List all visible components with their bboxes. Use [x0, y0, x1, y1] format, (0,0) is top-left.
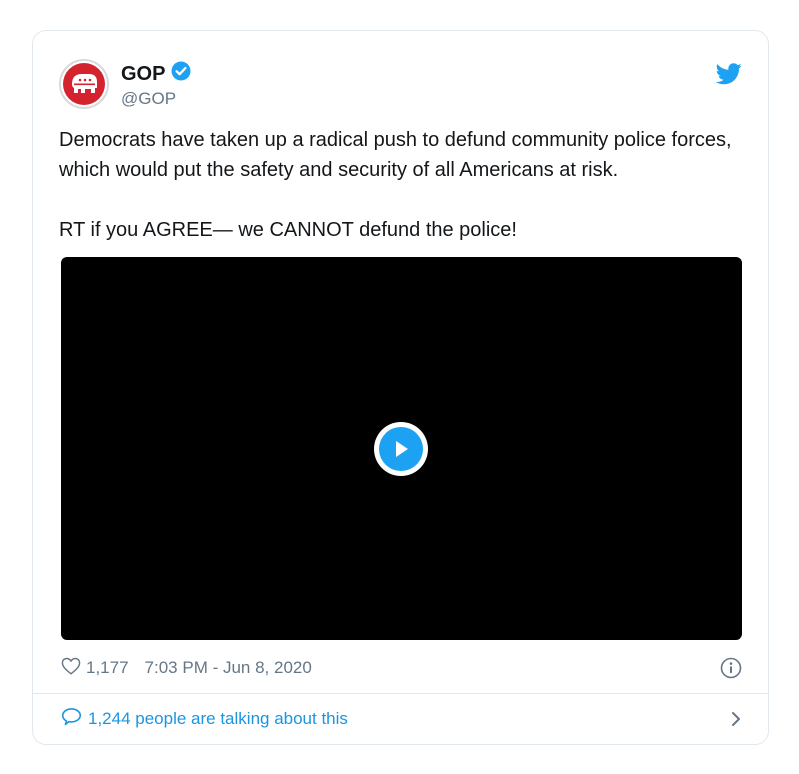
twitter-bird-icon[interactable]: [715, 63, 742, 90]
chevron-right-icon[interactable]: [730, 710, 742, 728]
tweet-meta: 1,177 7:03 PM - Jun 8, 2020: [61, 655, 742, 681]
info-icon[interactable]: [720, 657, 742, 679]
speech-bubble-icon: [61, 707, 82, 732]
conversation-count-text: 1,244 people are talking about this: [88, 709, 348, 728]
video-player[interactable]: [61, 257, 742, 640]
tweet-header: GOP @GOP: [59, 57, 742, 115]
play-icon: [379, 427, 423, 471]
author-handle[interactable]: @GOP: [121, 89, 191, 109]
republican-elephant-logo-icon: [63, 63, 105, 105]
avatar[interactable]: [59, 59, 109, 109]
divider: [33, 693, 768, 694]
heart-icon: [61, 657, 81, 680]
tweet-timestamp[interactable]: 7:03 PM - Jun 8, 2020: [145, 658, 312, 678]
verified-badge-icon: [171, 61, 191, 86]
tweet-paragraph: RT if you AGREE— we CANNOT defund the po…: [59, 219, 517, 241]
like-button[interactable]: 1,177: [61, 657, 129, 680]
tweet-paragraph: Democrats have taken up a radical push t…: [59, 129, 732, 181]
conversation-link[interactable]: 1,244 people are talking about this: [61, 704, 742, 734]
play-button[interactable]: [374, 422, 428, 476]
author-name[interactable]: GOP: [121, 62, 165, 86]
like-count: 1,177: [86, 658, 129, 677]
embedded-tweet-card: GOP @GOP Democrats have taken up a radic…: [32, 30, 769, 745]
user-info: GOP @GOP: [121, 61, 191, 109]
tweet-text: Democrats have taken up a radical push t…: [59, 125, 749, 245]
